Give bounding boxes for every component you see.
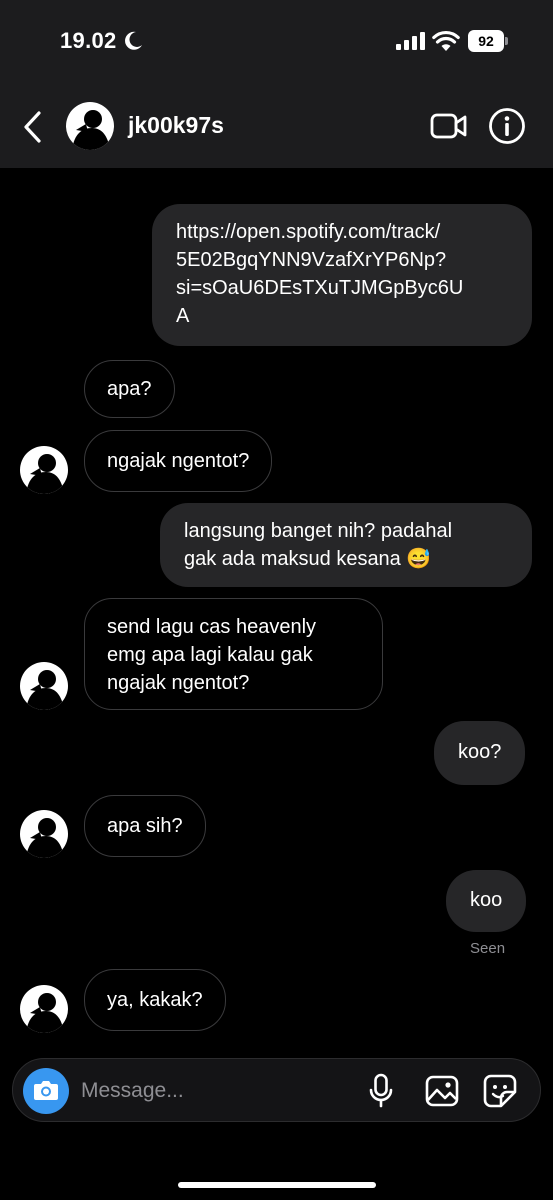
status-bar: 19.02 92 [0, 0, 553, 88]
status-time: 19.02 [60, 28, 117, 53]
message-bubble-incoming[interactable]: send lagu cas heavenly emg apa lagi kala… [84, 598, 383, 710]
avatar[interactable] [20, 662, 68, 710]
message-bubble-outgoing[interactable]: langsung banget nih? padahal gak ada mak… [160, 503, 532, 587]
message-line: si=sOaU6DEsTXuTJMGpByc6U [176, 277, 464, 299]
message-line: koo? [458, 741, 502, 763]
message-line: send lagu cas heavenly [107, 616, 317, 638]
message-line: ya, kakak? [107, 989, 203, 1011]
chat-username[interactable]: jk00k97s [128, 112, 224, 139]
avatar[interactable] [20, 810, 68, 858]
message-line: koo [470, 889, 503, 911]
message-line: langsung banget nih? padahal [184, 520, 453, 542]
battery-icon: 92 [468, 30, 508, 52]
message-bubble-incoming[interactable]: apa? [84, 360, 175, 418]
seen-receipt: Seen [470, 940, 506, 957]
video-camera-icon[interactable] [430, 110, 468, 142]
sticker-icon[interactable] [483, 1074, 517, 1108]
message-line: https://open.spotify.com/track/ [176, 221, 441, 243]
message-line: apa? [107, 378, 152, 400]
message-composer [12, 1058, 541, 1122]
avatar[interactable] [66, 102, 114, 150]
home-indicator[interactable] [178, 1182, 376, 1188]
moon-icon [125, 31, 142, 50]
message-bubble-incoming[interactable]: apa sih? [84, 795, 206, 857]
microphone-icon[interactable] [369, 1073, 393, 1109]
message-bubble-outgoing[interactable]: koo? [434, 721, 526, 785]
message-line: ngajak ngentot? [107, 672, 250, 694]
message-bubble-outgoing[interactable]: https://open.spotify.com/track/ 5E02BgqY… [152, 204, 532, 346]
chevron-left-icon[interactable] [20, 110, 46, 144]
avatar[interactable] [20, 985, 68, 1033]
image-gallery-icon[interactable] [425, 1075, 459, 1107]
message-line: gak ada maksud kesana 😅 [184, 548, 432, 570]
message-line: emg apa lagi kalau gak [107, 644, 313, 666]
message-input[interactable] [81, 1077, 351, 1105]
message-line: 5E02BgqYNN9VzafXrYP6Np? [176, 249, 447, 271]
battery-level: 92 [468, 30, 504, 52]
camera-button[interactable] [23, 1068, 69, 1114]
message-bubble-outgoing[interactable]: koo [446, 870, 527, 932]
info-icon[interactable] [488, 107, 526, 145]
message-line: ngajak ngentot? [107, 450, 250, 472]
avatar[interactable] [20, 446, 68, 494]
cellular-signal-icon [396, 32, 425, 50]
message-line: A [176, 305, 190, 327]
wifi-icon [432, 30, 460, 51]
message-bubble-incoming[interactable]: ya, kakak? [84, 969, 226, 1031]
message-bubble-incoming[interactable]: ngajak ngentot? [84, 430, 273, 492]
message-line: apa sih? [107, 815, 183, 837]
chat-header: jk00k97s [0, 88, 553, 168]
camera-icon [34, 1081, 58, 1100]
